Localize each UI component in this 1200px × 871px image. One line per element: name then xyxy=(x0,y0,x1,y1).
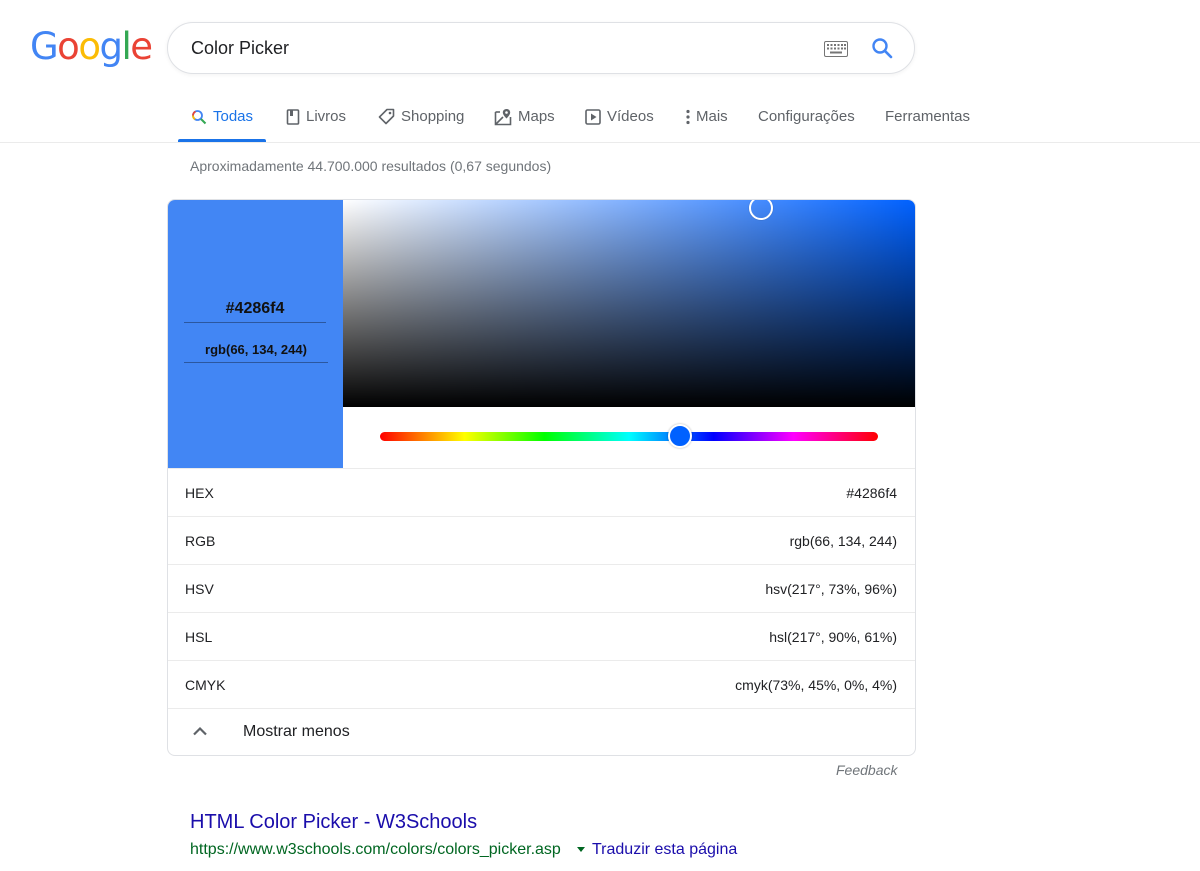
row-value: #4286f4 xyxy=(846,484,897,501)
tab-ferramentas[interactable]: Ferramentas xyxy=(885,92,970,141)
tab-label: Mais xyxy=(696,108,728,125)
color-picker-card: HEX #4286f4 RGB rgb(66, 134, 244) HSV hs… xyxy=(167,199,916,756)
search-tabs: Todas Livros Shopping Maps Vídeos Mais C… xyxy=(0,92,1200,143)
color-row-rgb: RGB rgb(66, 134, 244) xyxy=(168,516,915,564)
row-value: cmyk(73%, 45%, 0%, 4%) xyxy=(735,676,897,693)
row-value: hsv(217°, 73%, 96%) xyxy=(765,580,897,597)
tab-label: Ferramentas xyxy=(885,108,971,125)
result-title-link[interactable]: HTML Color Picker - W3Schools xyxy=(190,811,477,834)
translate-link[interactable]: Traduzir esta página xyxy=(592,841,737,859)
logo-letter: G xyxy=(30,25,59,68)
tab-videos[interactable]: Vídeos xyxy=(585,92,654,141)
tag-icon xyxy=(378,108,395,125)
row-label: RGB xyxy=(185,532,216,549)
saturation-value-area[interactable] xyxy=(343,200,915,407)
search-icon xyxy=(192,109,207,124)
row-label: HSL xyxy=(185,628,213,645)
color-swatch xyxy=(168,200,343,468)
color-row-hex: HEX #4286f4 xyxy=(168,468,915,516)
color-values-table: HEX #4286f4 RGB rgb(66, 134, 244) HSV hs… xyxy=(168,468,915,708)
search-box xyxy=(167,22,915,74)
tab-todas[interactable]: Todas xyxy=(177,92,267,142)
show-less-button[interactable]: Mostrar menos xyxy=(168,708,915,755)
search-input[interactable] xyxy=(191,35,791,61)
saturation-handle[interactable] xyxy=(749,200,774,221)
tab-livros[interactable]: Livros xyxy=(286,92,346,141)
logo-letter: o xyxy=(78,25,101,68)
book-icon xyxy=(286,108,300,125)
color-row-hsv: HSV hsv(217°, 73%, 96%) xyxy=(168,564,915,612)
tab-label: Shopping xyxy=(401,108,465,125)
color-row-hsl: HSL hsl(217°, 90%, 61%) xyxy=(168,612,915,660)
keyboard-icon[interactable] xyxy=(824,41,848,57)
tab-shopping[interactable]: Shopping xyxy=(378,92,464,141)
tab-configuracoes[interactable]: Configurações xyxy=(758,92,855,141)
tab-mais[interactable]: Mais xyxy=(685,92,728,141)
hex-input[interactable] xyxy=(184,295,326,323)
tab-label: Configurações xyxy=(758,108,855,125)
logo-letter: g xyxy=(99,25,123,68)
logo-letter: o xyxy=(57,25,80,68)
tab-label: Maps xyxy=(518,108,555,125)
hue-handle[interactable] xyxy=(668,424,693,448)
row-value: hsl(217°, 90%, 61%) xyxy=(769,628,897,645)
feedback-link[interactable]: Feedback xyxy=(836,762,897,778)
color-row-cmyk: CMYK cmyk(73%, 45%, 0%, 4%) xyxy=(168,660,915,708)
play-icon xyxy=(585,108,601,125)
more-vert-icon xyxy=(686,109,690,124)
tab-maps[interactable]: Maps xyxy=(494,92,555,141)
hue-slider[interactable] xyxy=(380,424,878,448)
result-stats: Aproximadamente 44.700.000 resultados (0… xyxy=(190,158,552,174)
row-label: CMYK xyxy=(185,676,226,693)
chevron-up-icon xyxy=(193,726,207,736)
search-icon[interactable] xyxy=(870,36,894,60)
result-url[interactable]: https://www.w3schools.com/colors/colors_… xyxy=(190,841,561,859)
tab-label: Todas xyxy=(213,108,254,125)
caret-down-icon[interactable] xyxy=(577,847,585,852)
map-pin-icon xyxy=(494,108,512,125)
show-less-label: Mostrar menos xyxy=(243,723,350,740)
logo-letter: e xyxy=(130,25,153,68)
google-logo[interactable]: Google xyxy=(30,25,153,69)
row-value: rgb(66, 134, 244) xyxy=(789,532,897,549)
rgb-input[interactable] xyxy=(184,337,328,363)
tab-label: Livros xyxy=(306,108,347,125)
tab-label: Vídeos xyxy=(607,108,654,125)
row-label: HEX xyxy=(185,484,214,501)
logo-letter: l xyxy=(121,25,131,68)
row-label: HSV xyxy=(185,580,214,597)
